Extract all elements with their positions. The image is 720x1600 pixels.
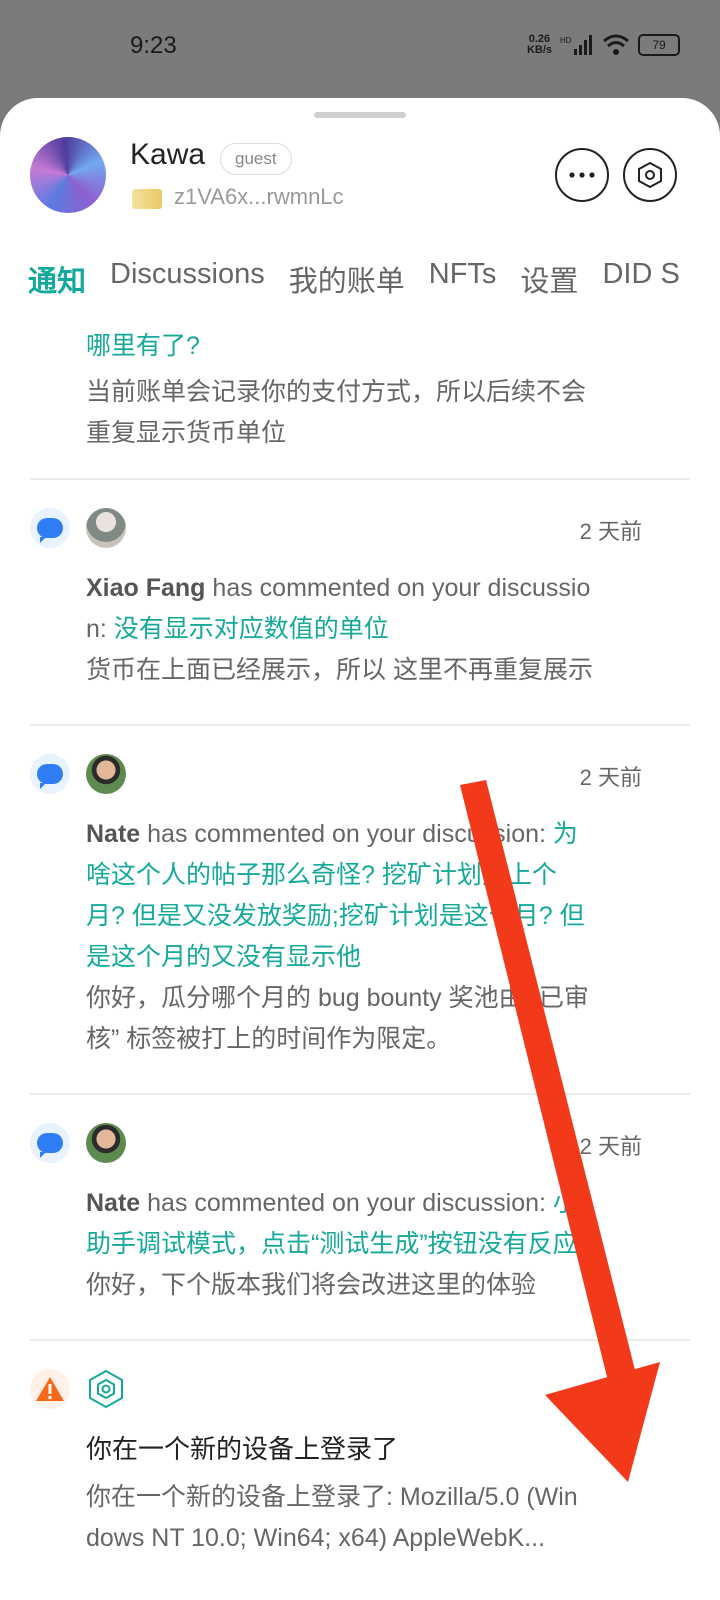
comment-icon	[30, 754, 70, 794]
wallet-address[interactable]: z1VA6x...rwmnLc	[174, 184, 344, 210]
discussion-link[interactable]: 啥这个人的帖子那么奇怪? 挖矿计划是上个	[86, 855, 656, 896]
avatar[interactable]	[86, 1123, 126, 1163]
status-time: 9:23	[130, 32, 177, 59]
hexagon-settings-icon	[638, 161, 662, 189]
avatar[interactable]	[86, 508, 126, 548]
tab-bar: 通知 Discussions 我的账单 NFTs 设置 DID S	[28, 258, 680, 300]
notification-message: Xiao Fang has commented on your discussi…	[86, 574, 593, 684]
notification-title: 你在一个新的设备上登录了	[86, 1434, 399, 1464]
more-icon	[569, 172, 595, 178]
account-sheet: Kawa guest z1VA6x...rwmnLc 通知 Discussion…	[0, 98, 720, 1600]
comment-icon	[30, 508, 70, 548]
avatar[interactable]	[86, 754, 126, 794]
more-button[interactable]	[555, 148, 609, 202]
svg-text:HD: HD	[560, 36, 572, 45]
status-bar: 9:23 0.26 KB/s HD 79	[0, 0, 720, 100]
discussion-link[interactable]: 哪里有了?	[86, 326, 656, 367]
status-icons: 0.26 KB/s HD 79	[527, 34, 680, 56]
comment-icon	[30, 1123, 70, 1163]
sheet-handle[interactable]	[314, 112, 406, 118]
discussion-link[interactable]: 助手调试模式，点击“测试生成”按钮没有反应	[86, 1224, 656, 1265]
warning-icon	[30, 1369, 70, 1409]
notification-body: 你在一个新的设备上登录了: Mozilla/5.0 (Win dows NT 1…	[86, 1483, 578, 1552]
wallet-icon	[132, 189, 162, 209]
wifi-icon	[603, 34, 629, 55]
battery-icon: 79	[638, 34, 680, 56]
system-hexagon-icon	[89, 1369, 123, 1409]
discussion-link[interactable]: 没有显示对应数值的单位	[114, 615, 389, 643]
tab-my-bills[interactable]: 我的账单	[289, 258, 405, 300]
divider	[30, 478, 690, 480]
divider	[30, 724, 690, 726]
tab-discussions[interactable]: Discussions	[110, 258, 265, 300]
settings-button[interactable]	[623, 148, 677, 202]
profile-avatar[interactable]	[30, 137, 106, 213]
network-speed: 0.26 KB/s	[526, 33, 552, 56]
tab-settings[interactable]: 设置	[520, 258, 578, 300]
timestamp: 2 天前	[579, 1134, 642, 1159]
timestamp: 2 天前	[579, 765, 642, 790]
signal-icon: HD	[560, 35, 592, 55]
tab-did[interactable]: DID S	[602, 258, 679, 300]
timestamp: 2 天前	[579, 519, 642, 544]
divider	[30, 1339, 690, 1341]
notification-message: Nate has commented on your discussion: 为…	[86, 814, 656, 1060]
tab-notifications[interactable]: 通知	[28, 258, 86, 300]
divider	[30, 1093, 690, 1095]
notification-message: Nate has commented on your discussion: 小…	[86, 1183, 656, 1306]
tab-nfts[interactable]: NFTs	[429, 258, 497, 300]
profile-name: Kawa	[130, 138, 206, 171]
role-badge: guest	[220, 143, 292, 175]
notification-body: 当前账单会记录你的支付方式，所以后续不会 重复显示货币单位	[86, 378, 587, 447]
